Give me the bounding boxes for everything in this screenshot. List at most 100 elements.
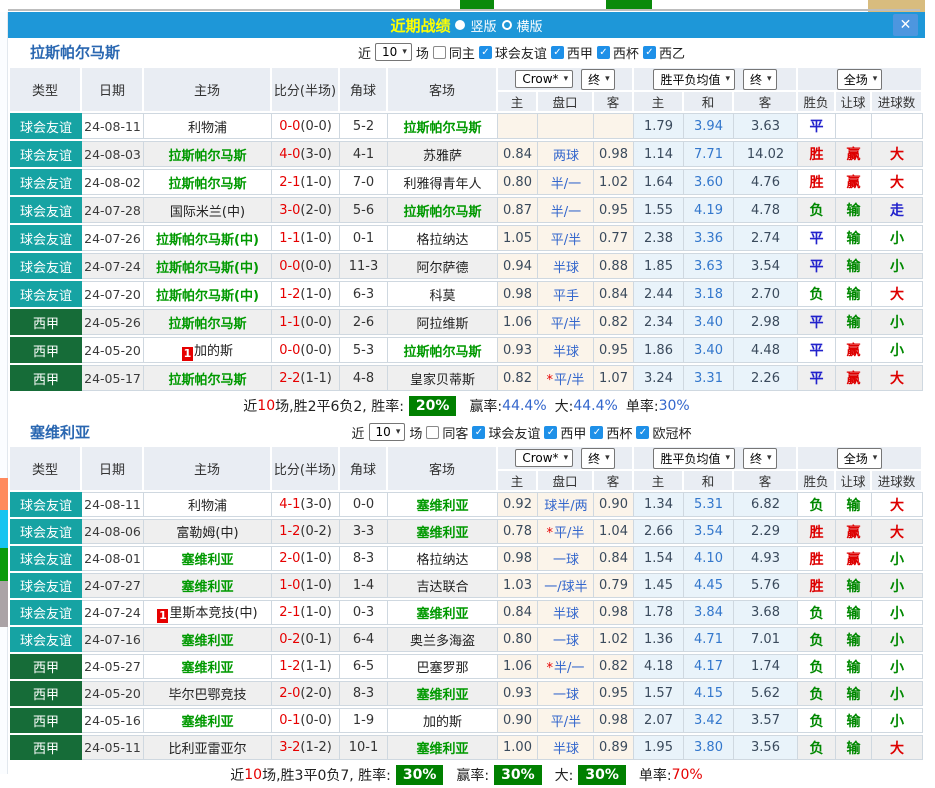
column-header-away: 客场 [388,447,498,490]
home-team-name: 利物浦 [188,121,227,136]
fulltime-score: 2-1 [279,175,300,190]
avg-draw-odds: 5.31 [684,492,734,517]
fulltime-score: 4-1 [279,497,300,512]
odds-company-select[interactable]: Crow* ▾ [515,70,573,88]
corner-score: 0-3 [340,600,388,625]
result-handicap: 赢 [836,519,872,544]
radio-vertical-selected[interactable] [455,20,465,30]
avg-away-odds: 6.82 [734,492,798,517]
odds-home: 0.78 [498,519,538,544]
full-match-value: 全场 [844,71,868,88]
result-goals: 小 [872,253,923,279]
match-row: 西甲 24-05-27 塞维利亚 1-2(1-1) 6-5 巴塞罗那 1.06 … [10,654,923,679]
odds-home: 1.05 [498,225,538,251]
column-header-score: 比分(半场) [272,68,340,111]
checkbox-checked-icon: ✓ [479,46,492,59]
league-checkbox[interactable]: ✓欧冠杯 [636,423,691,442]
page-behind-button-fragment [606,0,652,9]
match-count-select[interactable]: 10 ▾ [369,423,406,441]
league-checkbox[interactable]: ✓西乙 [643,43,685,62]
column-subheader: 客 [594,471,634,490]
odds-home: 1.06 [498,654,538,679]
corner-score: 6-4 [340,627,388,652]
avg-away-odds: 4.48 [734,337,798,363]
league-type-badge: 西甲 [10,365,82,391]
column-subheader: 客 [734,92,798,111]
avg-away-odds: 2.26 [734,365,798,391]
handicap-text: 平/半 [554,526,584,541]
avg-away-odds: 5.76 [734,573,798,598]
result-goals [872,113,923,139]
corner-score: 6-3 [340,281,388,307]
wdl-average-select[interactable]: 胜平负均值 ▾ [653,448,735,469]
final-odds-select[interactable]: 终 ▾ [581,448,615,469]
avg-away-odds: 3.54 [734,253,798,279]
column-subheader: 让球 [836,471,872,490]
odds-away: 0.98 [594,141,634,167]
handicap: 一球 [538,681,594,706]
halftime-score: (0-0) [300,315,331,330]
halftime-score: (0-0) [300,343,331,358]
handicap: 平/半 [538,225,594,251]
final-odds-value: 终 [588,450,600,467]
home-team: 拉斯帕尔马斯 [144,169,272,195]
final-average-select[interactable]: 终 ▾ [743,69,777,90]
league-filter-group: ✓球会友谊✓西甲✓西杯✓欧冠杯 [472,423,691,442]
final-odds-select[interactable]: 终 ▾ [581,69,615,90]
home-team-name: 里斯本竞技(中) [169,606,257,621]
home-team: 拉斯帕尔马斯 [144,365,272,391]
filter-bar: 近 10 ▾ 场 同主 ✓球会友谊✓西甲✓西杯✓西乙 [63,38,935,66]
league-checkbox[interactable]: ✓球会友谊 [479,43,547,62]
full-match-select[interactable]: 全场 ▾ [837,448,883,469]
column-subheader: 盘口 [538,471,594,490]
away-team-name: 加的斯 [423,715,462,730]
handicap-text: 半球 [553,607,579,622]
halftime-score: (1-0) [300,287,331,302]
away-team: 利雅得青年人 [388,169,498,195]
chevron-down-icon: ▾ [605,74,610,84]
full-match-select[interactable]: 全场 ▾ [837,69,883,90]
league-checkbox[interactable]: ✓西甲 [544,423,586,442]
away-team-name: 皇家贝蒂斯 [410,373,475,388]
avg-away-odds: 14.02 [734,141,798,167]
wdl-average-select[interactable]: 胜平负均值 ▾ [653,69,735,90]
radio-horizontal[interactable] [502,20,512,30]
final-average-select[interactable]: 终 ▾ [743,448,777,469]
result-goals: 小 [872,546,923,571]
same-venue-checkbox[interactable]: 同客 [426,423,468,442]
result-handicap: 输 [836,600,872,625]
odds-company-select[interactable]: Crow* ▾ [515,449,573,467]
corner-score: 0-0 [340,492,388,517]
checkbox-checked-icon: ✓ [472,426,485,439]
odds-away: 1.02 [594,169,634,195]
halftime-score: (1-0) [300,175,331,190]
games-label: 场 [416,43,429,62]
radio-horizontal-label[interactable]: 横版 [517,16,543,35]
league-type-badge: 西甲 [10,309,82,335]
away-team: 塞维利亚 [388,681,498,706]
league-label: 西杯 [606,423,632,442]
result-handicap: 输 [836,309,872,335]
match-count-select[interactable]: 10 ▾ [375,43,412,61]
column-header-type: 类型 [10,68,82,111]
odds-home: 0.87 [498,197,538,223]
fulltime-score: 4-0 [279,147,300,162]
asterisk-marker: * [547,526,554,541]
close-button[interactable]: ✕ [893,14,918,36]
chevron-down-icon: ▾ [873,74,878,84]
match-row: 西甲 24-05-17 拉斯帕尔马斯 2-2(1-1) 4-8 皇家贝蒂斯 0.… [10,365,923,391]
league-checkbox[interactable]: ✓球会友谊 [472,423,540,442]
asterisk-marker: * [547,661,554,676]
match-date: 24-05-17 [82,365,144,391]
league-checkbox[interactable]: ✓西杯 [597,43,639,62]
handicap-text: 半球 [553,261,579,276]
near-label: 近 [358,43,371,62]
summary-rate-value: 30% [494,765,542,785]
avg-away-odds: 2.74 [734,225,798,251]
score: 2-0(1-0) [272,546,340,571]
league-checkbox[interactable]: ✓西甲 [551,43,593,62]
same-venue-checkbox[interactable]: 同主 [433,43,475,62]
league-checkbox[interactable]: ✓西杯 [590,423,632,442]
fulltime-score: 1-1 [279,315,300,330]
radio-vertical-label[interactable]: 竖版 [470,16,496,35]
